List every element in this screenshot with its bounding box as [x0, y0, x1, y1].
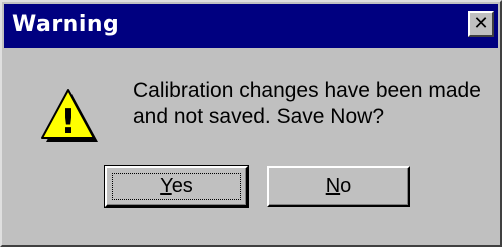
close-button[interactable]: ✕ — [468, 11, 494, 37]
close-icon: ✕ — [473, 13, 489, 34]
yes-button[interactable]: Yes — [104, 165, 249, 208]
warning-icon: ! — [41, 89, 98, 142]
message-line-1: Calibration changes have been made — [133, 79, 481, 102]
warning-dialog: Warning ✕ ! Calibration changes have bee… — [0, 0, 502, 247]
yes-button-label: Yes — [160, 175, 193, 197]
no-button[interactable]: No — [267, 166, 410, 207]
message-line-2: and not saved. Save Now? — [133, 105, 384, 128]
warning-glyph: ! — [60, 102, 76, 142]
title-bar[interactable]: Warning ✕ — [4, 4, 498, 48]
message-text: Calibration changes have been made and n… — [133, 78, 481, 130]
no-button-label: No — [325, 175, 352, 197]
window-title: Warning — [12, 12, 120, 37]
